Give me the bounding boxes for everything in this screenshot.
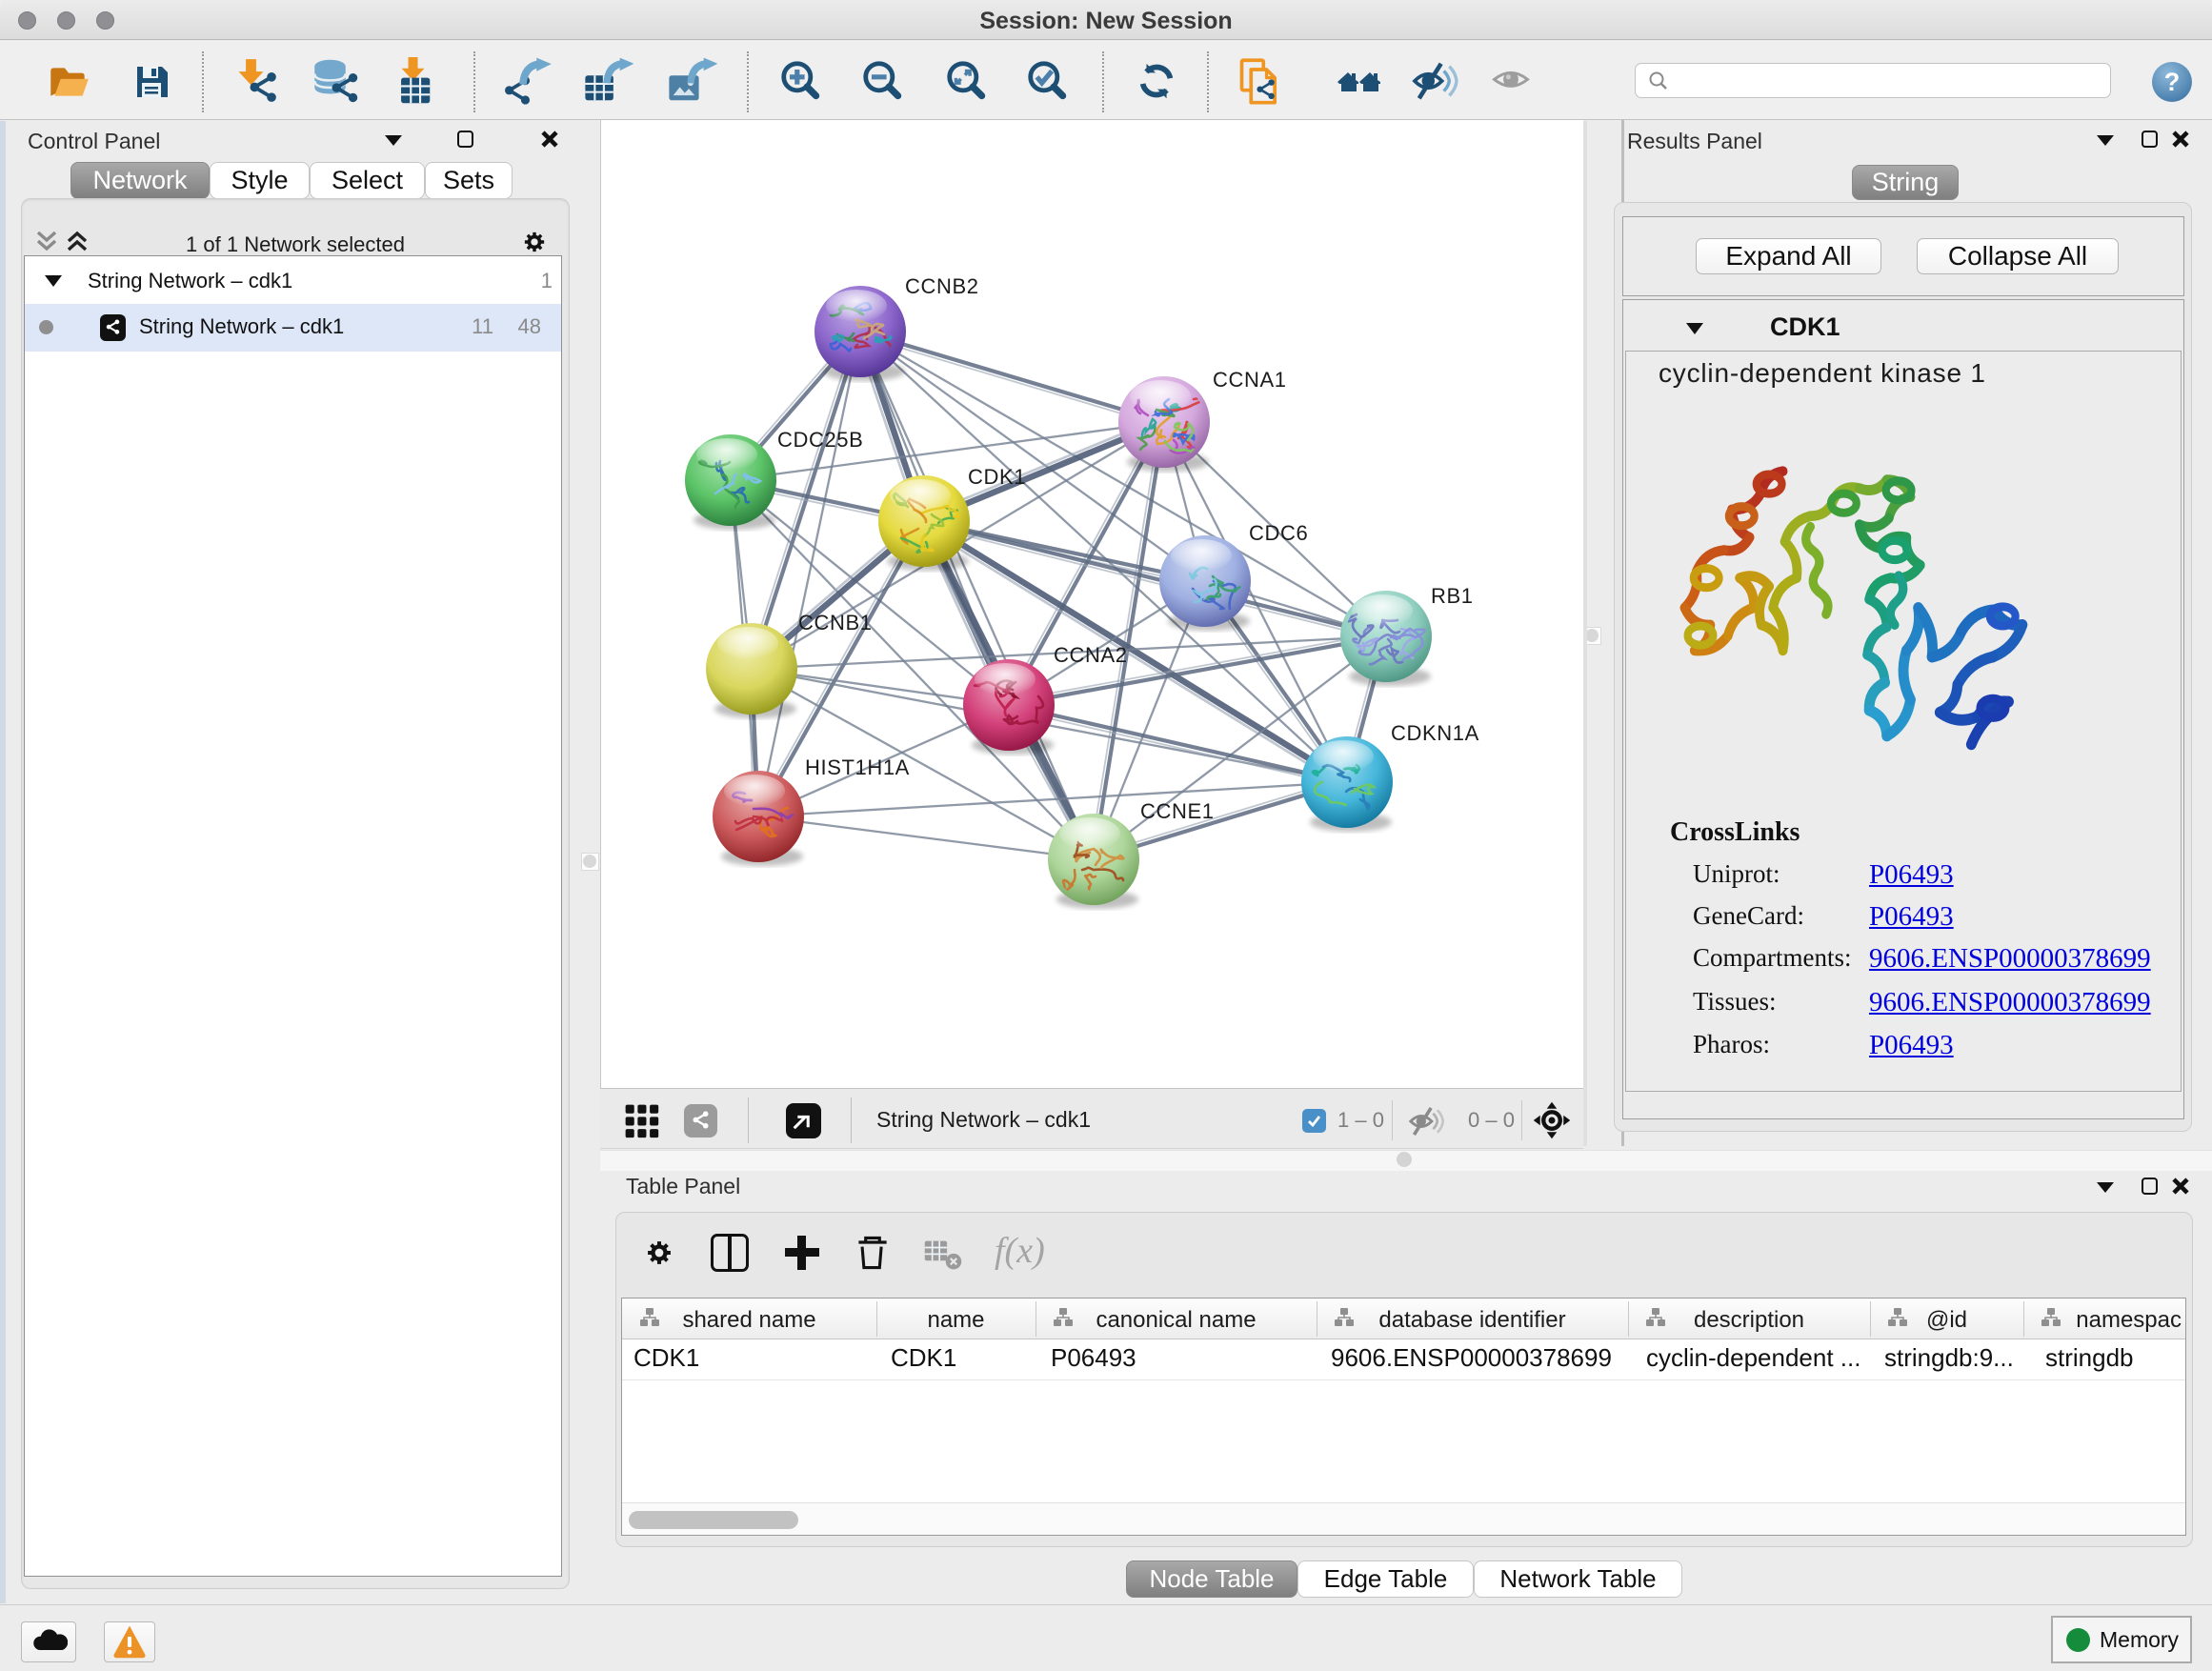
svg-text:?: ? (2164, 68, 2181, 96)
